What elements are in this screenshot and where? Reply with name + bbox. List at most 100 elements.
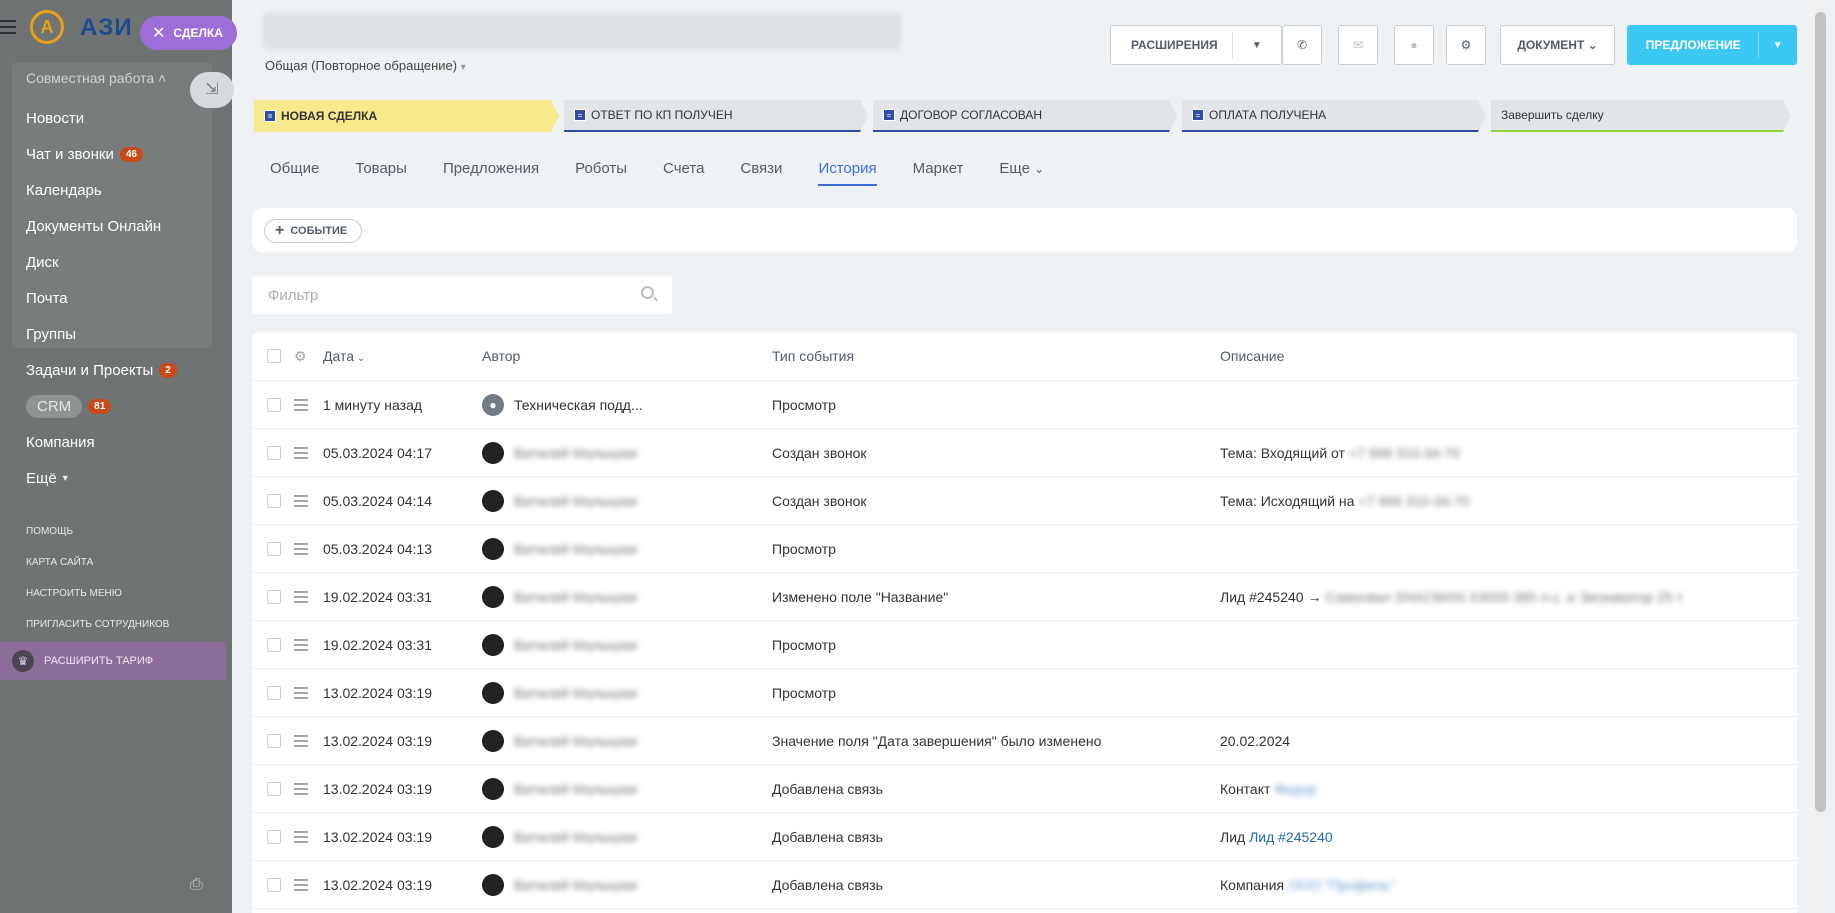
tab-products[interactable]: Товары bbox=[355, 160, 407, 186]
row-checkbox[interactable] bbox=[267, 781, 281, 796]
row-checkbox[interactable] bbox=[267, 541, 281, 556]
sidebar-item-company[interactable]: Компания bbox=[0, 424, 232, 460]
menu-icon[interactable] bbox=[294, 876, 308, 894]
page-scrollbar[interactable] bbox=[1812, 0, 1829, 913]
row-author[interactable]: Виталий Малышев bbox=[482, 585, 637, 608]
brand-logo-text[interactable]: АЗИ bbox=[80, 14, 133, 42]
table-row[interactable]: 19.02.2024 03:31 Виталий Малышев Просмот… bbox=[252, 621, 1797, 669]
row-checkbox[interactable] bbox=[267, 493, 281, 508]
sidebar-item-chat[interactable]: Чат и звонки 46 bbox=[0, 136, 232, 172]
menu-icon[interactable] bbox=[294, 780, 308, 798]
logo-icon[interactable]: A bbox=[30, 10, 64, 44]
table-row[interactable]: 05.03.2024 04:13 Виталий Малышев Просмот… bbox=[252, 525, 1797, 573]
menu-icon[interactable] bbox=[294, 732, 308, 750]
row-author[interactable]: Виталий Малышев bbox=[482, 777, 637, 800]
table-row[interactable]: 13.02.2024 03:19 Виталий Малышев Добавле… bbox=[252, 765, 1797, 813]
deal-category-selector[interactable]: Общая (Повторное обращение) ▾ bbox=[265, 58, 466, 73]
sidebar-item-tasks[interactable]: Задачи и Проекты 2 bbox=[0, 352, 232, 388]
column-description[interactable]: Описание bbox=[1220, 348, 1284, 364]
table-row[interactable]: 13.02.2024 03:19 Виталий Малышев Значени… bbox=[252, 717, 1797, 765]
sitemap-link[interactable]: КАРТА САЙТА bbox=[26, 555, 169, 586]
printer-icon[interactable]: ⎙ bbox=[190, 876, 203, 894]
sidebar-item-disk[interactable]: Диск bbox=[0, 244, 232, 280]
menu-icon[interactable] bbox=[294, 540, 308, 558]
description-link[interactable]: Федор bbox=[1274, 781, 1316, 797]
table-row[interactable]: 13.02.2024 03:19 Виталий Малышев Просмот… bbox=[252, 669, 1797, 717]
mail-button[interactable]: ✉ bbox=[1338, 25, 1378, 65]
sidebar-item-docs[interactable]: Документы Онлайн bbox=[0, 208, 232, 244]
sidebar-item-groups[interactable]: Группы bbox=[0, 316, 232, 352]
chevron-down-icon[interactable]: ▼ bbox=[1233, 40, 1281, 51]
document-button[interactable]: ДОКУМЕНТ ⌄ bbox=[1500, 25, 1615, 65]
stage-payment-received[interactable]: = ОПЛАТА ПОЛУЧЕНА bbox=[1182, 100, 1486, 132]
column-event-type[interactable]: Тип события bbox=[772, 348, 854, 364]
table-row[interactable]: 13.02.2024 03:19 Виталий Малышев Добавле… bbox=[252, 813, 1797, 861]
row-author[interactable]: Виталий Малышев bbox=[482, 681, 637, 704]
table-row[interactable]: 19.02.2024 03:31 Виталий Малышев Изменен… bbox=[252, 573, 1797, 621]
gear-icon[interactable]: ⚙ bbox=[294, 348, 307, 365]
stage-finish-deal[interactable]: Завершить сделку bbox=[1491, 100, 1791, 132]
chevron-down-icon[interactable]: ▼ bbox=[1759, 40, 1796, 51]
sidebar-item-mail[interactable]: Почта bbox=[0, 280, 232, 316]
row-checkbox[interactable] bbox=[267, 685, 281, 700]
deal-title-blurred[interactable] bbox=[262, 12, 902, 50]
menu-icon[interactable] bbox=[294, 492, 308, 510]
add-event-button[interactable]: + СОБЫТИЕ bbox=[264, 219, 363, 243]
deal-close-chip[interactable]: ✕ СДЕЛКА bbox=[140, 16, 237, 50]
row-author[interactable]: Виталий Малышев bbox=[482, 873, 637, 896]
row-checkbox[interactable] bbox=[267, 637, 281, 652]
sidebar-item-crm[interactable]: CRM 81 bbox=[0, 388, 232, 424]
tab-history[interactable]: История bbox=[818, 160, 877, 186]
stage-contract-agreed[interactable]: = ДОГОВОР СОГЛАСОВАН bbox=[873, 100, 1177, 132]
menu-icon[interactable] bbox=[294, 828, 308, 846]
row-checkbox[interactable] bbox=[267, 589, 281, 604]
row-author[interactable]: Виталий Малышев bbox=[482, 441, 637, 464]
tab-more[interactable]: Еще ⌄ bbox=[999, 160, 1044, 186]
row-checkbox[interactable] bbox=[267, 877, 281, 892]
tab-market[interactable]: Маркет bbox=[913, 160, 964, 186]
stage-new-deal[interactable]: = НОВАЯ СДЕЛКА bbox=[254, 100, 559, 132]
upgrade-plan-button[interactable]: ♛ РАСШИРИТЬ ТАРИФ bbox=[0, 642, 226, 680]
close-icon[interactable]: ✕ bbox=[152, 23, 165, 43]
tab-relations[interactable]: Связи bbox=[740, 160, 782, 186]
offer-button[interactable]: ПРЕДЛОЖЕНИЕ ▼ bbox=[1627, 25, 1797, 65]
phone-button[interactable]: ✆ bbox=[1282, 25, 1322, 65]
menu-icon[interactable] bbox=[294, 636, 308, 654]
table-row[interactable]: 05.03.2024 04:14 Виталий Малышев Создан … bbox=[252, 477, 1797, 525]
filter-input[interactable] bbox=[252, 276, 612, 314]
menu-icon[interactable] bbox=[294, 588, 308, 606]
sidebar-item-more[interactable]: Ещё ▾ bbox=[0, 460, 232, 496]
table-row[interactable]: 13.02.2024 03:19 Виталий Малышев Добавле… bbox=[252, 861, 1797, 909]
row-checkbox[interactable] bbox=[267, 733, 281, 748]
column-author[interactable]: Автор bbox=[482, 348, 520, 364]
menu-icon[interactable] bbox=[294, 396, 308, 414]
row-checkbox[interactable] bbox=[267, 397, 281, 412]
description-link[interactable]: Лид #245240 bbox=[1249, 829, 1333, 845]
description-link[interactable]: ООО "Профиль" bbox=[1288, 877, 1395, 893]
search-icon[interactable] bbox=[641, 286, 654, 299]
row-author[interactable]: Виталий Малышев bbox=[482, 537, 637, 560]
menu-icon[interactable] bbox=[294, 444, 308, 462]
table-row[interactable]: 1 минуту назад ● Техническая подд... Про… bbox=[252, 381, 1797, 429]
row-author[interactable]: ● Техническая подд... bbox=[482, 393, 643, 416]
chat-button[interactable]: ● bbox=[1394, 25, 1434, 65]
sidebar-item-news[interactable]: Новости bbox=[0, 100, 232, 136]
tab-general[interactable]: Общие bbox=[270, 160, 319, 186]
extensions-button[interactable]: РАСШИРЕНИЯ ▼ bbox=[1110, 25, 1282, 65]
burger-icon[interactable] bbox=[0, 20, 16, 34]
row-author[interactable]: Виталий Малышев bbox=[482, 825, 637, 848]
scrollbar-thumb[interactable] bbox=[1815, 12, 1826, 812]
settings-button[interactable]: ⚙ bbox=[1446, 25, 1486, 65]
configure-menu-link[interactable]: НАСТРОИТЬ МЕНЮ bbox=[26, 586, 169, 617]
row-checkbox[interactable] bbox=[267, 829, 281, 844]
tab-invoices[interactable]: Счета bbox=[663, 160, 704, 186]
column-date[interactable]: Дата ⌄ bbox=[323, 348, 365, 364]
row-author[interactable]: Виталий Малышев bbox=[482, 729, 637, 752]
row-checkbox[interactable] bbox=[267, 445, 281, 460]
sidebar-item-calendar[interactable]: Календарь bbox=[0, 172, 232, 208]
row-author[interactable]: Виталий Малышев bbox=[482, 489, 637, 512]
stage-kp-response[interactable]: = ОТВЕТ ПО КП ПОЛУЧЕН bbox=[564, 100, 868, 132]
tab-robots[interactable]: Роботы bbox=[575, 160, 627, 186]
row-author[interactable]: Виталий Малышев bbox=[482, 633, 637, 656]
help-link[interactable]: ПОМОЩЬ bbox=[26, 524, 169, 555]
